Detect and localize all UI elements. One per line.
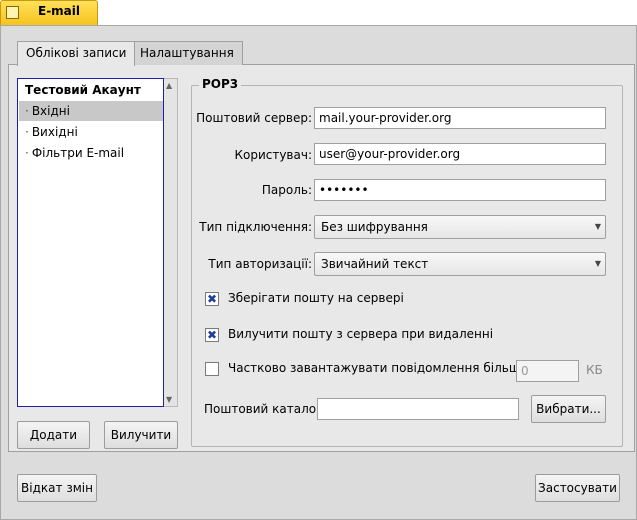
check-icon: ✖: [206, 328, 218, 342]
delete-on-remove-checkbox[interactable]: ✖: [205, 328, 219, 342]
tab-accounts[interactable]: Облікові записи: [17, 41, 136, 66]
pop3-group-title: POP3: [199, 77, 242, 91]
server-label: Поштовий сервер:: [196, 111, 312, 125]
tab-settings[interactable]: Налаштування: [131, 41, 243, 65]
password-label: Пароль:: [261, 183, 312, 197]
browse-button[interactable]: Вибрати...: [531, 395, 606, 423]
keep-on-server-label[interactable]: Зберігати пошту на сервері: [228, 291, 404, 305]
auth-type-value: Звичайний текст: [321, 257, 429, 271]
connection-type-select[interactable]: Без шифрування ▼: [314, 215, 606, 239]
partial-download-checkbox[interactable]: [205, 362, 219, 376]
delete-on-remove-label[interactable]: Вилучити пошту з сервера при видаленні: [228, 327, 493, 341]
add-account-button[interactable]: Додати: [17, 421, 90, 449]
tree-item-label: Вхідні: [31, 104, 70, 118]
partial-download-label[interactable]: Частково завантажувати повідомлення біль…: [228, 361, 549, 375]
revert-changes-button[interactable]: Відкат змін: [17, 474, 97, 502]
partial-size-unit: КБ: [586, 363, 603, 377]
window-title: E-mail: [38, 4, 81, 18]
tree-item-inbox[interactable]: · Вхідні: [19, 101, 163, 121]
tree-scrollbar[interactable]: ▲ ▼: [164, 78, 178, 407]
keep-on-server-checkbox[interactable]: ✖: [205, 292, 219, 306]
apply-button[interactable]: Застосувати: [535, 474, 620, 502]
scroll-up-icon[interactable]: ▲: [166, 81, 172, 90]
tree-item-account[interactable]: Тестовий Акаунт: [19, 80, 163, 100]
connection-type-label: Тип підключення:: [199, 220, 312, 234]
user-input[interactable]: user@your-provider.org: [314, 143, 606, 165]
tree-item-outbox[interactable]: · Вихідні: [19, 122, 163, 142]
server-input[interactable]: mail.your-provider.org: [314, 107, 606, 129]
partial-size-input[interactable]: 0: [516, 360, 579, 382]
user-label: Користувач:: [234, 148, 312, 162]
mail-folder-input[interactable]: [317, 398, 519, 420]
chevron-down-icon: ▼: [594, 259, 601, 268]
remove-account-button[interactable]: Вилучити: [104, 421, 178, 449]
tree-item-filters[interactable]: · Фільтри E-mail: [19, 143, 163, 163]
chevron-down-icon: ▼: [594, 222, 601, 231]
auth-type-select[interactable]: Звичайний текст ▼: [314, 252, 606, 276]
window-icon: [6, 6, 19, 19]
auth-type-label: Тип авторизації:: [208, 257, 312, 271]
mail-folder-label: Поштовий каталог:: [204, 402, 327, 416]
connection-type-value: Без шифрування: [321, 220, 428, 234]
tree-item-label: Фільтри E-mail: [31, 146, 125, 160]
tree-item-label: Тестовий Акаунт: [25, 83, 141, 97]
bullet-icon: ·: [25, 104, 29, 118]
bullet-icon: ·: [25, 146, 29, 160]
check-icon: ✖: [206, 292, 218, 306]
account-tree[interactable]: Тестовий Акаунт · Вхідні · Вихідні · Фільтр…: [17, 78, 164, 407]
password-input[interactable]: •••••••: [314, 179, 606, 201]
scroll-down-icon[interactable]: ▼: [166, 395, 172, 404]
bullet-icon: ·: [25, 125, 29, 139]
tree-item-label: Вихідні: [31, 125, 78, 139]
